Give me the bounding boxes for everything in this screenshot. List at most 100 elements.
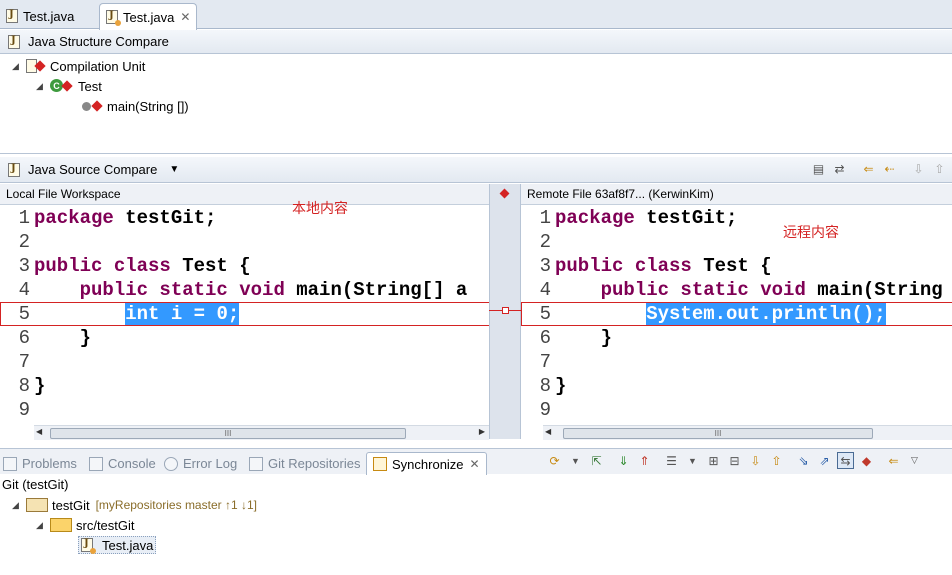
tab-error-log[interactable]: Error Log [164,452,237,475]
push-icon[interactable]: ⇑ [636,452,653,469]
code-text: package testGit; [555,206,737,230]
copy-all-left-icon[interactable]: ⇐ [860,160,877,177]
code-line[interactable]: 4 public static void main(String [521,278,952,302]
sync-folder-name: src/testGit [76,517,135,533]
previous-icon[interactable]: ⇧ [768,452,785,469]
tab-synchronize[interactable]: Synchronize ✕ [366,452,487,475]
scroll-thumb[interactable]: III [50,428,406,439]
scroll-right-icon[interactable]: ▶ [479,427,485,436]
previous-difference-icon[interactable]: ⇧ [931,160,948,177]
chevron-down-icon[interactable]: ▼ [684,452,701,469]
code-line[interactable]: 7 [521,350,952,374]
code-text: public class Test { [555,254,772,278]
presentation-icon[interactable]: ☰ [663,452,680,469]
code-keyword [34,327,80,349]
next-icon[interactable]: ⇩ [747,452,764,469]
code-text: int i = 0; [34,302,240,326]
editor-tab-compare-active[interactable]: Test.java ✕ [99,3,197,30]
chevron-down-icon[interactable]: ▼ [567,452,584,469]
code-line[interactable]: 9 [0,398,489,422]
conflicts-mode-icon[interactable]: ◆ [858,452,875,469]
next-difference-icon[interactable]: ⇩ [910,160,927,177]
tab-git-repositories[interactable]: Git Repositories [249,452,360,475]
diff-connector-handle[interactable] [502,307,509,314]
tree-item-compilation-unit[interactable]: ◢ Compilation Unit [12,57,145,75]
left-pane-title: Local File Workspace [6,187,121,201]
code-line[interactable]: 8} [521,374,952,398]
collapse-all-icon[interactable]: ⊟ [726,452,743,469]
code-line[interactable]: 7 [0,350,489,374]
code-keyword: public class [555,255,692,277]
sync-tree-folder[interactable]: ◢ src/testGit [36,516,135,534]
code-line[interactable]: 1 package testGit; [521,206,952,230]
left-horizontal-scrollbar[interactable]: ◀ III ▶ [34,425,489,440]
code-line[interactable]: 4 public static void main(String[] a [0,278,489,302]
scroll-thumb[interactable]: III [563,428,873,439]
tree-item-method-main[interactable]: main(String []) [82,97,189,115]
pin-icon[interactable]: ⇐ [885,452,902,469]
line-number: 5 [18,303,30,325]
code-keyword: package [34,207,114,229]
diff-selection: System.out.println(); [646,303,886,325]
close-icon[interactable]: ✕ [180,10,190,24]
copy-current-left-icon[interactable]: ⇠ [881,160,898,177]
ancestor-pane-icon[interactable]: ▤ [810,160,827,177]
code-line[interactable]: 3 public class Test { [521,254,952,278]
expanded-arrow-icon[interactable]: ◢ [36,520,50,531]
package-folder-icon [50,518,72,532]
incoming-mode-icon[interactable]: ⇘ [795,452,812,469]
sync-file-name: Test.java [102,537,154,553]
right-code-editor[interactable]: 1 package testGit; 2 3 public class Test {4 … [521,205,952,425]
tab-problems[interactable]: Problems [3,452,77,475]
line-number: 7 [18,351,30,373]
tree-item-label: Test [78,78,102,94]
java-compare-icon [106,10,121,26]
tab-console[interactable]: Console [89,452,156,475]
code-token: } [600,327,613,349]
code-text: } [34,326,91,350]
code-line[interactable]: 3 public class Test { [0,254,489,278]
outgoing-mode-icon[interactable]: ⇗ [816,452,833,469]
open-in-compare-icon[interactable]: ⇱ [588,452,605,469]
chevron-down-icon[interactable]: ▼ [169,164,179,175]
right-pane-title: Remote File 63af8f7... (KerwinKim) [527,187,714,201]
line-number: 4 [18,279,30,301]
sync-tree-project[interactable]: ◢ testGit [myRepositories master ↑1 ↓1] [12,496,257,514]
right-horizontal-scrollbar[interactable]: ◀ III [543,425,952,440]
code-line[interactable]: 1 package testGit; [0,206,489,230]
synchronize-menu-icon[interactable]: ⟳ [546,452,563,469]
sync-tree-file[interactable]: Test.java [78,536,157,554]
right-annotation: 远程内容 [783,225,839,241]
code-line[interactable]: 6 } [521,326,952,350]
scroll-left-icon[interactable]: ◀ [36,427,42,436]
switch-sides-icon[interactable]: ⇄ [831,160,848,177]
editor-tab-test-java[interactable]: Test.java [0,3,96,29]
code-line[interactable]: 5 System.out.println(); [521,302,952,326]
code-text: } [555,374,566,398]
tree-item-class-test[interactable]: ◢ C Test [36,77,102,95]
sync-project-meta: [myRepositories master ↑1 ↓1] [95,498,257,512]
code-text: public static void main(String[] a [34,278,468,302]
project-icon [26,498,48,512]
code-line[interactable]: 6 } [0,326,489,350]
both-modes-icon[interactable]: ⇆ [837,452,854,469]
structure-compare-header: Java Structure Compare [0,30,952,54]
code-line[interactable]: 2 [521,230,952,254]
code-line[interactable]: 9 [521,398,952,422]
expand-all-icon[interactable]: ⊞ [705,452,722,469]
expanded-arrow-icon[interactable]: ◢ [12,500,26,511]
scroll-left-icon[interactable]: ◀ [545,427,551,436]
expanded-arrow-icon[interactable]: ◢ [36,81,50,92]
line-number: 6 [539,327,551,349]
code-line[interactable]: 2 [0,230,489,254]
close-icon[interactable]: ✕ [470,457,480,471]
code-line[interactable]: 8} [0,374,489,398]
pull-icon[interactable]: ⇓ [615,452,632,469]
code-keyword: public class [34,255,171,277]
code-line[interactable]: 5 int i = 0; [0,302,489,326]
line-number: 8 [539,375,551,397]
view-menu-icon[interactable]: ▽ [906,452,923,469]
left-code-editor[interactable]: 1 package testGit; 2 3 public class Test {4 … [0,205,489,425]
expanded-arrow-icon[interactable]: ◢ [12,61,26,72]
tab-label: Problems [22,456,77,471]
